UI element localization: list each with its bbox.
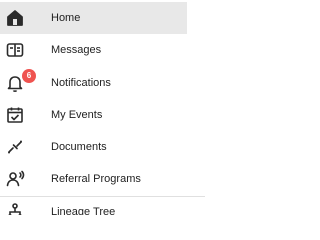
sidebar-item-label: Documents	[51, 141, 107, 153]
messages-icon	[5, 40, 25, 60]
sidebar-item-lineage-tree[interactable]: Lineage Tree	[0, 196, 187, 215]
sidebar-item-home[interactable]: Home	[0, 2, 187, 34]
scrollbar-track[interactable]	[187, 0, 205, 196]
calendar-check-icon	[5, 105, 25, 125]
sidebar-item-label: Notifications	[51, 77, 111, 89]
document-link-icon	[5, 137, 25, 157]
sidebar-item-label: Messages	[51, 44, 102, 56]
sidebar-item-label: Referral Programs	[51, 173, 141, 185]
sidebar-item-my-events[interactable]: My Events	[0, 99, 187, 131]
notification-count-badge: 6	[22, 69, 36, 83]
referral-icon	[5, 169, 25, 189]
sidebar-nav: Home Messages 6 Notifications My Events …	[0, 0, 205, 215]
sidebar-item-documents[interactable]: Documents	[0, 131, 187, 163]
home-icon	[5, 8, 25, 28]
sidebar-item-notifications[interactable]: 6 Notifications	[0, 67, 187, 99]
tree-icon	[5, 202, 25, 215]
sidebar-item-referral-programs[interactable]: Referral Programs	[0, 163, 187, 195]
sidebar-item-messages[interactable]: Messages	[0, 34, 187, 66]
sidebar-item-label: Lineage Tree	[51, 206, 116, 215]
sidebar-item-label: Home	[51, 12, 81, 24]
sidebar-item-label: My Events	[51, 109, 103, 121]
